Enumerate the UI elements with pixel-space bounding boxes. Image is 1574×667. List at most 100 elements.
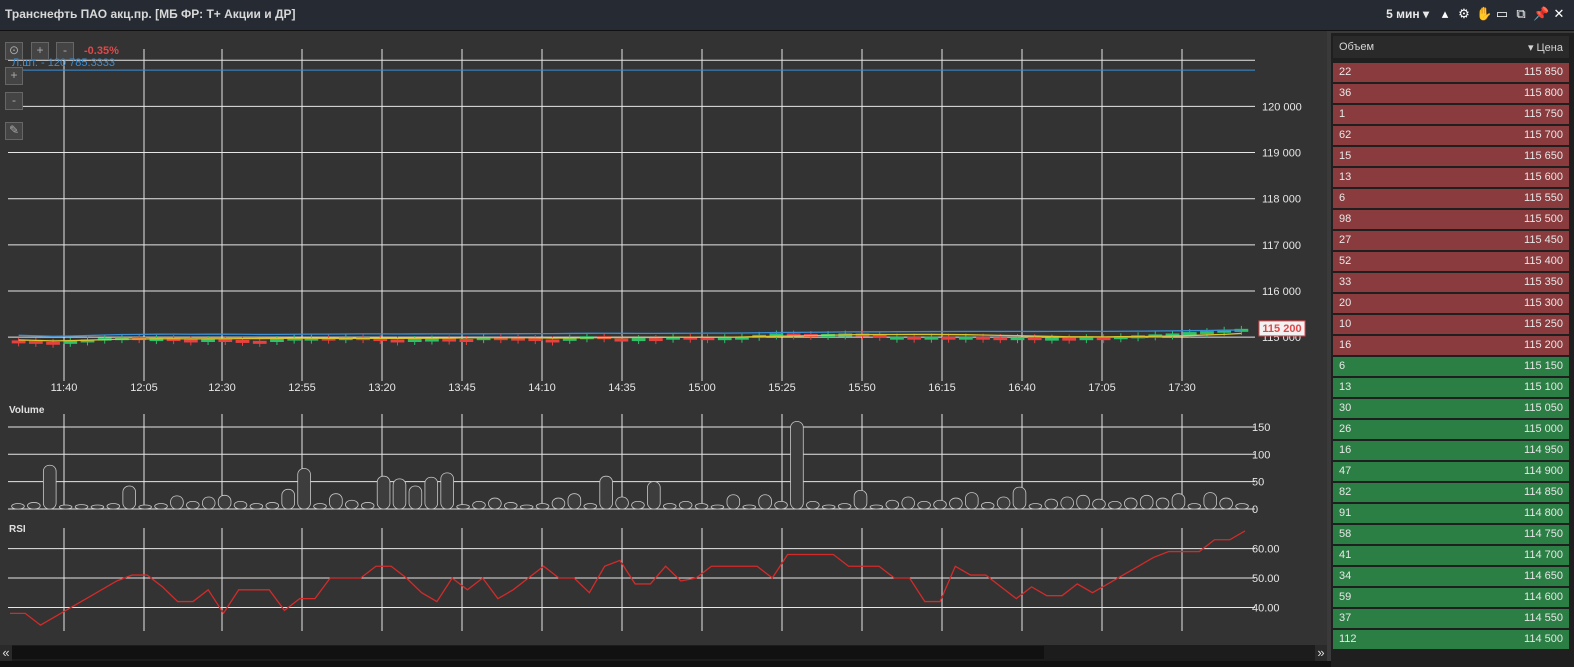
window-titlebar: Транснефть ПАО акц.пр. [МБ ФР: Т+ Акции … (0, 0, 1574, 31)
ask-row[interactable]: 1 115 750 (1333, 105, 1569, 124)
candle (28, 340, 43, 344)
volume-bar (74, 504, 89, 510)
zoom-in-y-button[interactable]: + (5, 67, 23, 85)
ask-row[interactable]: 10 115 250 (1333, 315, 1569, 334)
volume-bar (965, 492, 979, 510)
scrollbar-thumb[interactable] (12, 646, 1044, 659)
chart-canvas[interactable]: 115 000116 000117 000118 000119 000120 0… (0, 31, 1327, 645)
ask-row[interactable]: 52 115 400 (1333, 252, 1569, 271)
volume-bar (1124, 497, 1138, 510)
row-price: 115 250 (1524, 318, 1563, 330)
row-volume: 27 (1339, 234, 1352, 246)
volume-bar (186, 500, 200, 510)
row-volume: 82 (1339, 486, 1352, 498)
candle (459, 339, 474, 342)
volume-axis-tick: 0 (1252, 504, 1258, 516)
row-volume: 36 (1339, 87, 1352, 99)
volume-bar (392, 478, 407, 510)
bid-row[interactable]: 41 114 700 (1333, 546, 1569, 565)
ask-row[interactable]: 13 115 600 (1333, 168, 1569, 187)
candle (1045, 337, 1059, 341)
bid-row[interactable]: 112 114 500 (1333, 630, 1569, 649)
scroll-left-button[interactable]: « (0, 645, 12, 661)
scroll-right-button[interactable]: » (1315, 645, 1327, 661)
bid-row[interactable]: 34 114 650 (1333, 567, 1569, 586)
timeframe-dropdown[interactable]: 5 мин ▾ (1386, 7, 1429, 21)
row-volume: 91 (1339, 507, 1352, 519)
ask-row[interactable]: 98 115 500 (1333, 210, 1569, 229)
candle (631, 338, 646, 342)
bid-row[interactable]: 30 115 050 (1333, 399, 1569, 418)
volume-bar (806, 500, 820, 510)
volume-bar (1060, 496, 1074, 510)
ask-row[interactable]: 20 115 300 (1333, 294, 1569, 313)
chevron-up-icon[interactable]: ▴ (1438, 6, 1452, 22)
volume-bar (980, 502, 995, 510)
bid-row[interactable]: 13 115 100 (1333, 378, 1569, 397)
close-icon[interactable]: ✕ (1552, 6, 1566, 22)
layout-icon[interactable]: ▭ (1495, 6, 1509, 22)
volume-bar (742, 504, 756, 510)
hand-icon[interactable]: ✋ (1476, 6, 1492, 22)
ask-row[interactable]: 22 115 850 (1333, 63, 1569, 82)
rsi-pane-label: RSI (9, 524, 26, 535)
candle (218, 339, 233, 342)
row-volume: 6 (1339, 360, 1346, 372)
bid-row[interactable]: 6 115 150 (1333, 357, 1569, 376)
bid-row[interactable]: 58 114 750 (1333, 525, 1569, 544)
window-icon[interactable]: ⧉ (1514, 6, 1528, 22)
volume-bar (631, 500, 645, 510)
row-volume: 58 (1339, 528, 1352, 540)
bid-row[interactable]: 26 115 000 (1333, 420, 1569, 439)
row-price: 115 700 (1524, 129, 1563, 141)
ask-row[interactable]: 62 115 700 (1333, 126, 1569, 145)
candle (442, 338, 457, 342)
time-axis-tick: 14:10 (528, 382, 556, 394)
ask-row[interactable]: 16 115 200 (1333, 336, 1569, 355)
pin-icon[interactable]: 📌 (1533, 6, 1549, 22)
row-volume: 20 (1339, 297, 1352, 309)
ask-row[interactable]: 33 115 350 (1333, 273, 1569, 292)
volume-bar (11, 503, 25, 510)
bid-row[interactable]: 47 114 900 (1333, 462, 1569, 481)
row-price: 114 950 (1524, 444, 1563, 456)
bid-row[interactable]: 82 114 850 (1333, 483, 1569, 502)
price-column-header[interactable]: ▾ Цена (1528, 41, 1563, 54)
volume-bar (758, 494, 772, 510)
bid-row[interactable]: 59 114 600 (1333, 588, 1569, 607)
time-axis-tick: 16:40 (1008, 382, 1036, 394)
volume-bar (504, 502, 518, 510)
ask-row[interactable]: 6 115 550 (1333, 189, 1569, 208)
ask-row[interactable]: 36 115 800 (1333, 84, 1569, 103)
row-price: 114 750 (1524, 528, 1563, 540)
volume-bar (1235, 503, 1249, 510)
ask-row[interactable]: 15 115 650 (1333, 147, 1569, 166)
gear-icon[interactable]: ⚙ (1457, 6, 1471, 22)
volume-column-header[interactable]: Объем (1339, 41, 1374, 53)
bid-row[interactable]: 16 114 950 (1333, 441, 1569, 460)
order-book-header: Объем ▾ Цена (1333, 36, 1569, 58)
pencil-icon[interactable]: ✎ (5, 122, 23, 140)
volume-bar (853, 489, 868, 510)
ask-row[interactable]: 27 115 450 (1333, 231, 1569, 250)
row-volume: 62 (1339, 129, 1352, 141)
titlebar-controls: 5 мин ▾ ▴ ⚙ ✋ ▭ ⧉ 📌 ✕ (1386, 6, 1566, 22)
volume-bar (265, 502, 280, 510)
volume-bar (472, 500, 486, 510)
order-book-rows: 22 115 850 36 115 800 1 115 750 62 115 700 15 115… (1333, 63, 1569, 651)
chart-horizontal-scrollbar[interactable]: « » (0, 645, 1327, 661)
chart-area[interactable]: 115 000 116 000 117 000 118 000 119 000 120 0… (0, 31, 1327, 645)
candle (46, 341, 60, 345)
row-price: 114 650 (1524, 570, 1563, 582)
price-axis-tick: 116 000 (1262, 286, 1301, 298)
volume-bar (694, 503, 709, 510)
time-axis-tick: 17:30 (1168, 382, 1196, 394)
bid-row[interactable]: 37 114 550 (1333, 609, 1569, 628)
row-volume: 41 (1339, 549, 1352, 561)
last-price-tag: 115 200 (1262, 323, 1301, 335)
zoom-out-y-button[interactable]: - (5, 92, 23, 110)
bid-row[interactable]: 91 114 800 (1333, 504, 1569, 523)
candle (976, 336, 990, 340)
row-volume: 6 (1339, 192, 1346, 204)
volume-bar (821, 504, 836, 510)
